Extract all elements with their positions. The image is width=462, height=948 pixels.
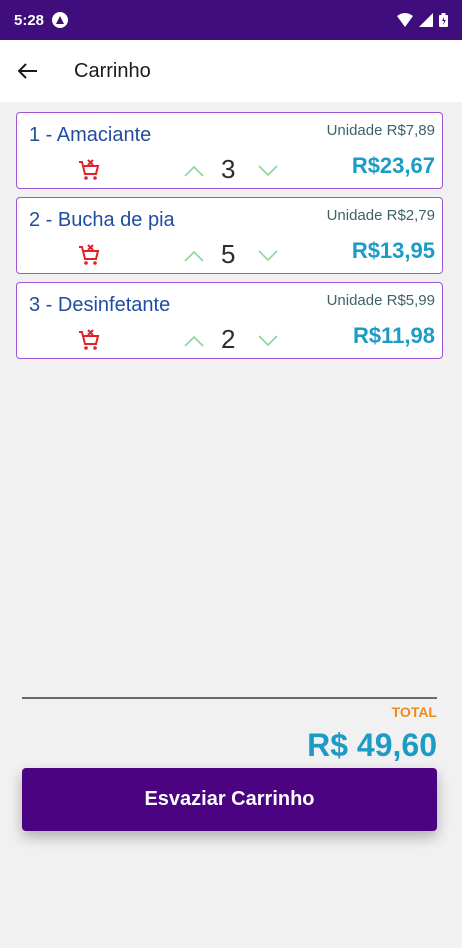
app-notification-icon [52, 12, 69, 28]
increase-quantity-button[interactable] [182, 329, 206, 353]
signal-icon [419, 13, 433, 27]
back-button[interactable] [0, 40, 56, 102]
item-total-price: R$11,98 [353, 323, 435, 348]
cart-list: 1 - Amaciante Unidade R$7,89 3 R$23,67 2… [16, 112, 443, 367]
status-left: 5:28 [14, 11, 69, 29]
cart-item: 3 - Desinfetante Unidade R$5,99 2 R$11,9… [16, 282, 443, 359]
remove-item-button[interactable] [77, 242, 101, 268]
remove-item-button[interactable] [77, 327, 101, 353]
cart-remove-icon [79, 159, 100, 180]
status-right [397, 13, 448, 27]
quantity-value: 5 [221, 239, 236, 269]
item-unit-price: Unidade R$5,99 [326, 292, 435, 309]
summary-divider [22, 697, 437, 699]
page-title: Carrinho [74, 59, 151, 82]
cart-item: 1 - Amaciante Unidade R$7,89 3 R$23,67 [16, 112, 443, 189]
chevron-down-icon [258, 165, 278, 177]
decrease-quantity-button[interactable] [256, 244, 280, 268]
cart-remove-icon [79, 329, 100, 350]
wifi-icon [397, 13, 413, 27]
item-unit-price: Unidade R$2,79 [326, 207, 435, 224]
quantity-value: 2 [221, 324, 236, 354]
chevron-down-icon [258, 335, 278, 347]
increase-quantity-button[interactable] [182, 159, 206, 183]
total-value: R$ 49,60 [307, 727, 437, 763]
quantity-value: 3 [221, 154, 236, 184]
chevron-up-icon [184, 165, 204, 177]
decrease-quantity-button[interactable] [256, 159, 280, 183]
item-total-price: R$23,67 [351, 153, 435, 178]
status-time: 5:28 [14, 11, 45, 29]
chevron-up-icon [184, 250, 204, 262]
item-total-price: R$13,95 [351, 238, 435, 263]
cart-item: 2 - Bucha de pia Unidade R$2,79 5 R$13,9… [16, 197, 443, 274]
decrease-quantity-button[interactable] [256, 329, 280, 353]
item-name: 2 - Bucha de pia [29, 209, 175, 231]
arrow-left-icon [18, 63, 37, 79]
remove-item-button[interactable] [77, 157, 101, 183]
total-label: TOTAL [391, 704, 437, 720]
empty-cart-button[interactable]: Esvaziar Carrinho [22, 768, 437, 831]
app-bar: Carrinho [0, 40, 462, 102]
item-unit-price: Unidade R$7,89 [326, 122, 435, 139]
item-name: 1 - Amaciante [29, 124, 152, 146]
status-bar: 5:28 [0, 0, 462, 40]
increase-quantity-button[interactable] [182, 244, 206, 268]
item-name: 3 - Desinfetante [29, 294, 171, 316]
chevron-up-icon [184, 335, 204, 347]
chevron-down-icon [258, 250, 278, 262]
cart-remove-icon [79, 244, 100, 265]
battery-icon [439, 13, 448, 27]
